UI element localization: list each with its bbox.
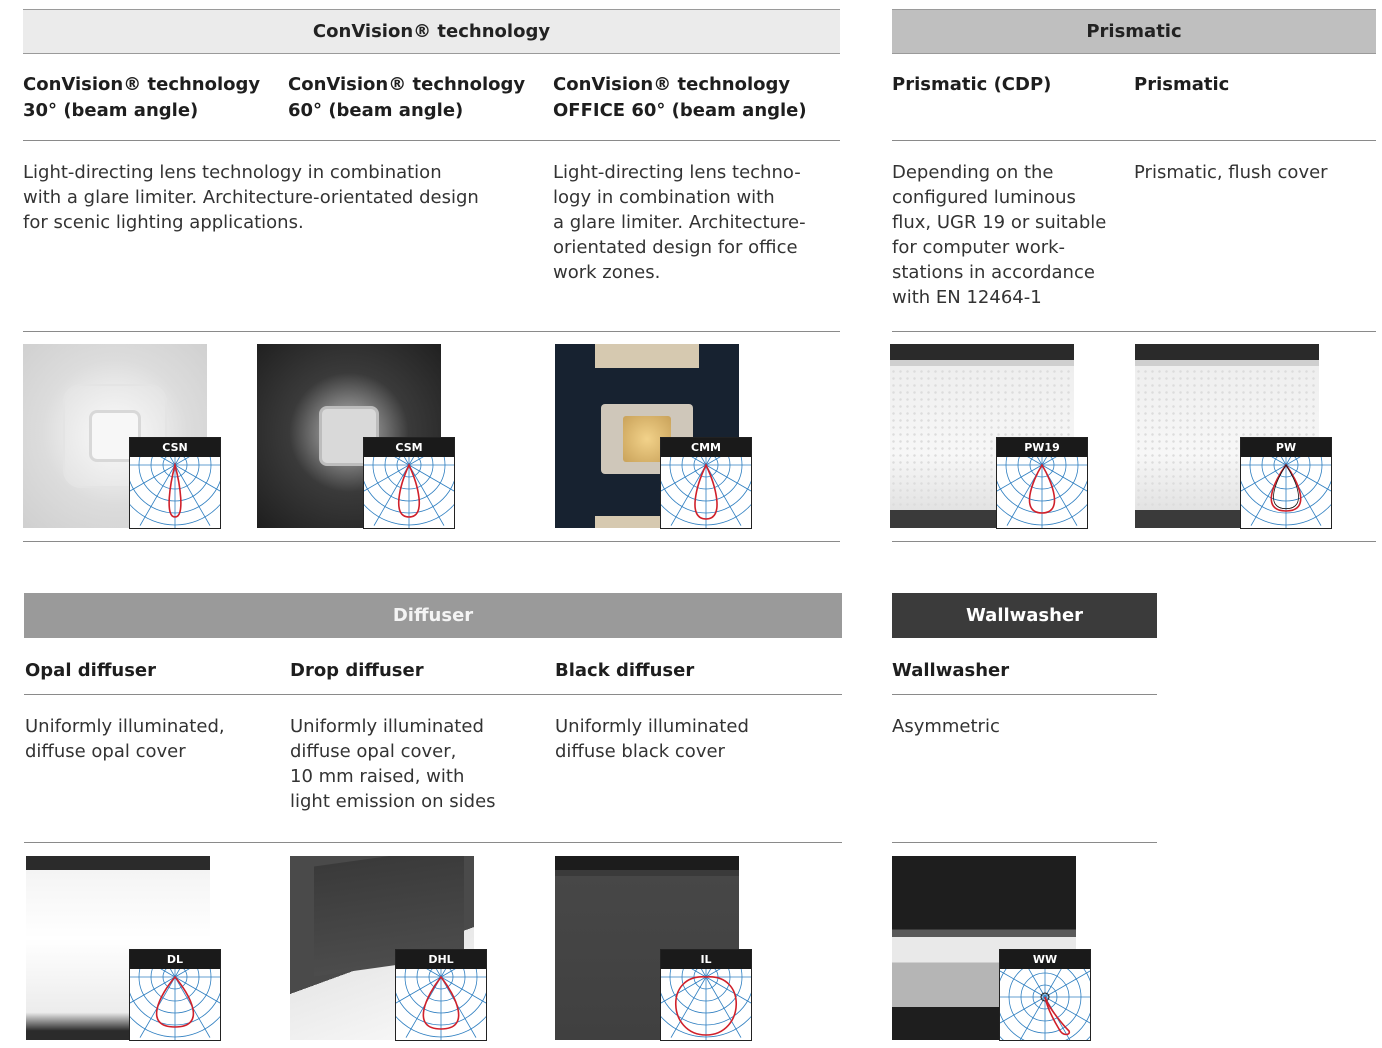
wallwasher-header-rule xyxy=(892,694,1157,695)
convision-office-description: Light-directing lens techno- logy in com… xyxy=(553,162,806,283)
convision-section-title: ConVision® technology xyxy=(312,21,551,42)
prismatic-cdp-title: Prismatic (CDP) xyxy=(892,74,1052,95)
convision-60-title: ConVision® technology 60° (beam angle) xyxy=(288,74,526,121)
diffuser-section-title: Diffuser xyxy=(392,605,474,626)
convision-image-rule xyxy=(23,541,840,542)
drop-diffuser-description: Uniformly illuminated diffuse opal cover… xyxy=(290,716,496,812)
wallwasher-description-rule xyxy=(892,842,1157,843)
convision-office-title: ConVision® technology OFFICE 60° (beam a… xyxy=(553,74,807,121)
prismatic-header-rule xyxy=(892,140,1376,141)
diagram-code-label: CMM xyxy=(661,438,751,457)
light-distribution-diagram-dhl: DHL xyxy=(395,949,487,1041)
drop-diffuser-title: Drop diffuser xyxy=(290,660,424,681)
prismatic-flush-description: Prismatic, flush cover xyxy=(1134,162,1328,183)
light-distribution-diagram-csm: CSM xyxy=(363,437,455,529)
prismatic-flush-title: Prismatic xyxy=(1134,74,1230,95)
polar-curve-csm xyxy=(364,457,454,528)
black-diffuser-description: Uniformly illuminated diffuse black cove… xyxy=(555,716,749,762)
wallwasher-section-title: Wallwasher xyxy=(965,605,1084,626)
polar-curve-pw19 xyxy=(997,457,1087,528)
diagram-code-label: PW19 xyxy=(997,438,1087,457)
polar-curve-dl xyxy=(130,969,220,1040)
light-distribution-diagram-pw: PW xyxy=(1240,437,1332,529)
wallwasher-section-header: Wallwasher xyxy=(892,593,1157,638)
polar-curve-csn xyxy=(130,457,220,528)
diagram-code-label: DHL xyxy=(396,950,486,969)
convision-header-rule xyxy=(23,140,840,141)
diffuser-description-rule xyxy=(24,842,842,843)
diagram-code-label: CSM xyxy=(364,438,454,457)
black-diffuser-title: Black diffuser xyxy=(555,660,695,681)
light-distribution-diagram-csn: CSN xyxy=(129,437,221,529)
diagram-code-label: IL xyxy=(661,950,751,969)
light-distribution-diagram-dl: DL xyxy=(129,949,221,1041)
diagram-code-label: WW xyxy=(1000,950,1090,969)
prismatic-cdp-description: Depending on the configured luminous flu… xyxy=(892,162,1107,308)
prismatic-description-rule xyxy=(892,331,1376,332)
diagram-code-label: CSN xyxy=(130,438,220,457)
prismatic-section-header: Prismatic xyxy=(892,9,1376,54)
polar-grid xyxy=(661,969,751,1040)
diffuser-section-header: Diffuser xyxy=(24,593,842,638)
prismatic-image-rule xyxy=(892,541,1376,542)
opal-diffuser-title: Opal diffuser xyxy=(25,660,157,681)
polar-curve-pw xyxy=(1241,457,1331,528)
polar-grid xyxy=(661,457,751,528)
polar-curve-il xyxy=(661,969,751,1040)
wallwasher-title: Wallwasher xyxy=(892,660,1010,681)
convision-scenic-description: Light-directing lens technology in combi… xyxy=(23,162,479,233)
polar-grid xyxy=(1000,969,1090,1040)
opal-diffuser-description: Uniformly illuminated, diffuse opal cove… xyxy=(25,716,225,762)
light-distribution-diagram-pw19: PW19 xyxy=(996,437,1088,529)
polar-curve-ww xyxy=(1000,969,1090,1040)
polar-grid xyxy=(130,969,220,1040)
wallwasher-description: Asymmetric xyxy=(892,716,1000,737)
prismatic-section-title: Prismatic xyxy=(1086,21,1182,42)
diagram-code-label: DL xyxy=(130,950,220,969)
light-distribution-diagram-cmm: CMM xyxy=(660,437,752,529)
polar-curve-cmm xyxy=(661,457,751,528)
light-distribution-diagram-il: IL xyxy=(660,949,752,1041)
convision-description-rule xyxy=(23,331,840,332)
convision-30-title: ConVision® technology 30° (beam angle) xyxy=(23,74,261,121)
polar-curve-dhl xyxy=(396,969,486,1040)
polar-grid xyxy=(1241,457,1331,528)
diffuser-header-rule xyxy=(24,694,842,695)
convision-section-header: ConVision® technology xyxy=(23,9,840,54)
polar-grid xyxy=(997,457,1087,528)
diagram-code-label: PW xyxy=(1241,438,1331,457)
light-distribution-diagram-ww: WW xyxy=(999,949,1091,1041)
